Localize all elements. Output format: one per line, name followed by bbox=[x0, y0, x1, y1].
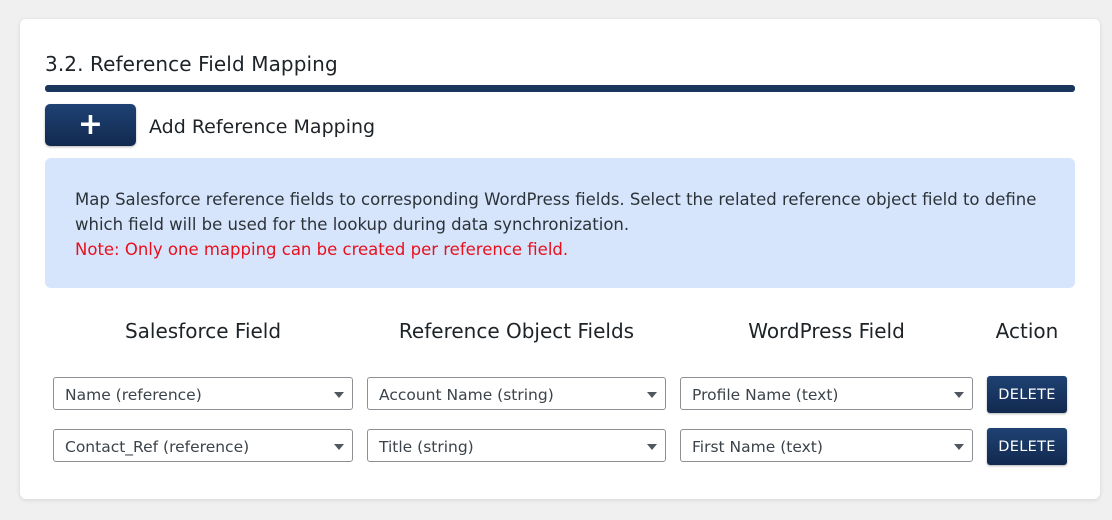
select-value: First Name (text) bbox=[692, 438, 823, 456]
add-reference-mapping-button[interactable]: + bbox=[45, 104, 136, 146]
reference-field-mapping-card: 3.2. Reference Field Mapping + Add Refer… bbox=[20, 19, 1100, 499]
chevron-down-icon bbox=[334, 392, 344, 398]
chevron-down-icon bbox=[647, 392, 657, 398]
column-header-salesforce-field: Salesforce Field bbox=[124, 319, 282, 343]
select-value: Name (reference) bbox=[65, 386, 202, 404]
wordpress-field-select[interactable]: First Name (text) bbox=[680, 429, 973, 462]
salesforce-field-select[interactable]: Name (reference) bbox=[53, 377, 353, 410]
chevron-down-icon bbox=[334, 444, 344, 450]
wordpress-field-select[interactable]: Profile Name (text) bbox=[680, 377, 973, 410]
chevron-down-icon bbox=[954, 392, 964, 398]
section-title: 3.2. Reference Field Mapping bbox=[45, 52, 338, 76]
chevron-down-icon bbox=[647, 444, 657, 450]
reference-object-field-select[interactable]: Account Name (string) bbox=[367, 377, 666, 410]
select-value: Account Name (string) bbox=[379, 386, 554, 404]
select-value: Title (string) bbox=[379, 438, 474, 456]
info-box: Map Salesforce reference fields to corre… bbox=[45, 158, 1075, 288]
column-header-action: Action bbox=[995, 319, 1059, 343]
add-reference-mapping-label: Add Reference Mapping bbox=[149, 116, 376, 138]
column-header-wordpress-field: WordPress Field bbox=[748, 319, 905, 343]
delete-button[interactable]: DELETE bbox=[987, 376, 1067, 413]
plus-icon: + bbox=[77, 107, 104, 142]
delete-button[interactable]: DELETE bbox=[987, 428, 1067, 465]
select-value: Profile Name (text) bbox=[692, 386, 839, 404]
info-description: Map Salesforce reference fields to corre… bbox=[75, 190, 1037, 234]
chevron-down-icon bbox=[954, 444, 964, 450]
select-value: Contact_Ref (reference) bbox=[65, 438, 250, 456]
title-divider bbox=[45, 85, 1075, 92]
info-note: Note: Only one mapping can be created pe… bbox=[75, 240, 569, 259]
reference-object-field-select[interactable]: Title (string) bbox=[367, 429, 666, 462]
salesforce-field-select[interactable]: Contact_Ref (reference) bbox=[53, 429, 353, 462]
column-header-reference-object-fields: Reference Object Fields bbox=[398, 319, 635, 343]
